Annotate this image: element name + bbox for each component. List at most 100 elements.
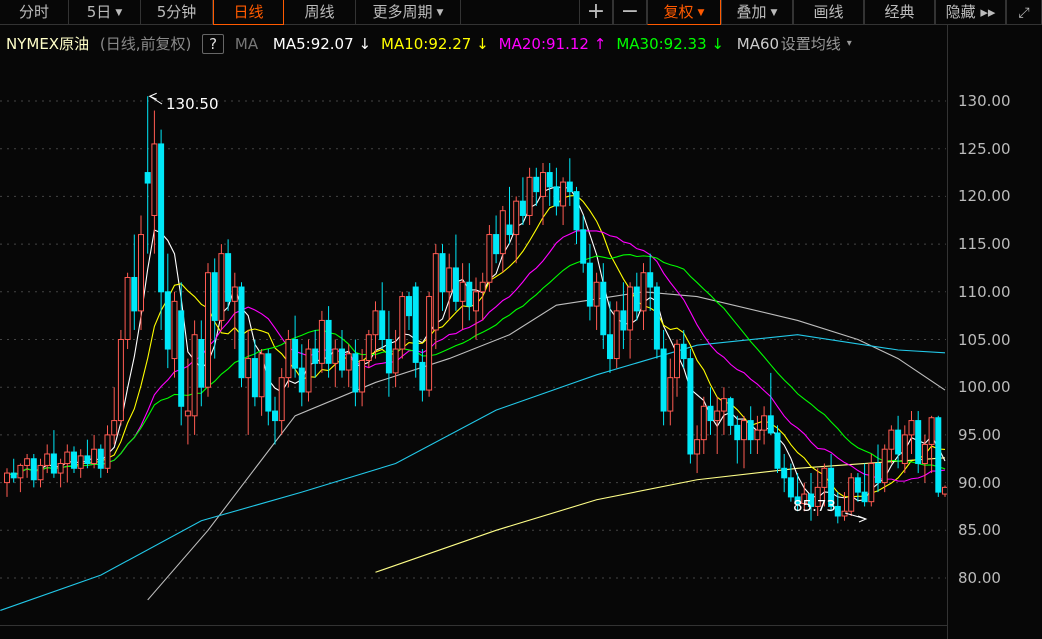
candle-down [747, 420, 754, 441]
candle-down [158, 143, 165, 293]
candle-up [318, 319, 325, 364]
candle-up [117, 339, 124, 422]
candle-down [265, 353, 272, 412]
candle-down [915, 420, 922, 465]
candle-up [17, 464, 24, 479]
candle-down [553, 186, 560, 207]
candle-down [352, 353, 359, 393]
candle-up [674, 343, 680, 379]
y-tick-label: 130.00 [958, 92, 1011, 110]
candle-up [245, 358, 252, 379]
candle-down [412, 286, 419, 363]
candle-down [653, 286, 660, 350]
candle-down [660, 348, 667, 412]
ma120-line [0, 334, 946, 611]
candle-up [37, 464, 44, 481]
candle-down [10, 472, 17, 479]
candle-down [385, 339, 392, 374]
candlestick-chart[interactable] [0, 0, 1042, 639]
candle-up [278, 377, 285, 422]
candle-up [184, 410, 191, 417]
y-tick-label: 120.00 [958, 187, 1011, 206]
candle-down [633, 286, 640, 312]
candle-down [272, 410, 278, 422]
ma60-line [147, 291, 946, 601]
y-tick-label: 100.00 [958, 378, 1011, 397]
candle-up [921, 443, 928, 465]
candle-down [292, 339, 299, 369]
candle-down [211, 272, 218, 321]
candle-up [111, 420, 118, 436]
candle-up [459, 281, 466, 302]
candle-down [687, 358, 694, 455]
candle-up [560, 181, 567, 207]
y-tick-label: 90.00 [958, 473, 1001, 492]
candle-up [332, 348, 339, 364]
candle-down [546, 172, 553, 188]
candle-up [171, 300, 178, 360]
candle-down [861, 491, 868, 503]
candle-up [901, 434, 908, 465]
candle-up [205, 272, 211, 388]
candle-up [372, 310, 379, 336]
candle-up [191, 334, 198, 417]
candle-down [607, 334, 613, 360]
candle-down [580, 229, 587, 264]
y-tick-label: 95.00 [958, 425, 1001, 444]
candle-up [761, 415, 768, 431]
candle-down [533, 176, 540, 193]
candle-down [781, 467, 788, 479]
candle-down [178, 310, 185, 407]
candle-up [77, 455, 84, 469]
candle-down [620, 310, 627, 331]
candle-up [432, 253, 439, 331]
candle-up [714, 410, 721, 422]
candle-down [198, 339, 205, 388]
candle-up [44, 453, 51, 466]
candle-down [566, 181, 573, 193]
candle-down [325, 319, 332, 364]
candle-up [700, 405, 707, 441]
candle-up [345, 353, 352, 371]
candle-up [613, 310, 620, 360]
candle-down [875, 463, 881, 484]
candle-up [24, 458, 31, 466]
candle-down [519, 200, 526, 216]
candle-up [64, 451, 71, 465]
ma250-line [375, 457, 946, 573]
candle-down [419, 361, 426, 391]
candle-up [694, 439, 701, 455]
candle-up [754, 429, 761, 441]
candle-down [439, 253, 446, 293]
candle-up [888, 429, 895, 450]
candle-down [935, 417, 942, 493]
candle-down [647, 272, 654, 288]
y-tick-label: 110.00 [958, 282, 1011, 301]
candle-up [392, 348, 399, 374]
candle-up [928, 417, 935, 445]
candle-down [298, 367, 305, 393]
candle-down [30, 458, 37, 481]
chart-bottom-divider [0, 625, 948, 626]
candle-up [124, 276, 131, 340]
candle-down [493, 234, 500, 255]
candle-up [499, 210, 506, 255]
low-arrow-icon [844, 512, 868, 523]
candle-up [258, 353, 265, 398]
candle-up [908, 420, 915, 436]
candle-down [84, 455, 91, 465]
candle-up [479, 281, 486, 293]
candle-down [573, 191, 580, 231]
candle-up [285, 339, 292, 379]
y-tick-label: 105.00 [958, 330, 1011, 349]
candle-up [741, 420, 747, 441]
candle-up [513, 200, 520, 236]
candle-down [895, 429, 902, 455]
candle-up [720, 398, 727, 412]
y-tick-label: 115.00 [958, 235, 1011, 254]
candle-down [339, 348, 345, 371]
candle-up [868, 463, 875, 503]
candle-up [593, 281, 600, 307]
candle-down [312, 348, 319, 364]
candle-up [4, 472, 10, 484]
